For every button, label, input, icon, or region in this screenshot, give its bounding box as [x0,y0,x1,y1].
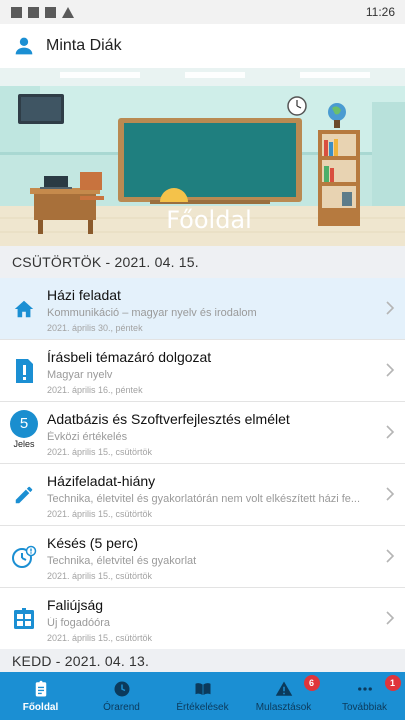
notification-icons [11,6,74,18]
warning-icon [275,681,292,696]
clipboard-icon [35,680,46,697]
list-item-exam[interactable]: Írásbeli témazáró dolgozat Magyar nyelv … [0,340,405,402]
list-item-missing-homework[interactable]: Házifeladat-hiány Technika, életvitel és… [0,464,405,526]
status-bar: 11:26 [0,0,405,24]
event-list: Házi feladat Kommunikáció – magyar nyelv… [0,278,405,650]
nav-label: Órarend [103,702,140,713]
notification-icon [28,6,39,18]
absences-badge: 6 [303,675,320,691]
home-icon [14,300,34,318]
chevron-right-icon [386,487,395,501]
user-icon[interactable] [14,36,34,56]
item-subtitle: Évközi értékelés [47,431,128,443]
item-date: 2021. április 30., péntek [47,323,143,333]
item-title: Faliújság [47,597,104,613]
app-bar: Minta Diák [0,24,405,68]
item-title: Házifeladat-hiány [47,473,156,489]
user-name[interactable]: Minta Diák [46,37,122,55]
nav-label: Továbbiak [341,702,388,713]
section-header-day: KEDD - 2021. 04. 13. [0,649,405,673]
pencil-icon [15,486,33,504]
notification-icon [45,6,56,18]
nav-label: Mulasztások [255,702,312,713]
item-date: 2021. április 15., csütörtök [47,633,153,643]
list-item-grade[interactable]: 5 Jeles Adatbázis és Szoftverfejlesztés … [0,402,405,464]
nav-absences[interactable]: Mulasztások 6 [243,672,324,720]
item-subtitle: Technika, életvitel és gyakorlat [47,555,197,567]
chevron-right-icon [386,301,395,315]
item-subtitle: Kommunikáció – magyar nyelv és irodalom [47,307,257,319]
list-item-late[interactable]: Késés (5 perc) Technika, életvitel és gy… [0,526,405,588]
grade-value: 5 [10,409,38,438]
late-clock-icon [12,545,37,568]
clock-icon [114,681,129,697]
item-date: 2021. április 15., csütörtök [47,509,153,519]
grade-label: Jeles [13,438,35,449]
more-badge: 1 [384,675,401,691]
item-date: 2021. április 15., csütörtök [47,447,153,457]
hero-title: Főoldal [166,206,252,234]
chevron-right-icon [386,425,395,439]
item-date: 2021. április 16., péntek [47,385,143,395]
item-title: Késés (5 perc) [47,535,139,551]
chevron-right-icon [386,611,395,625]
item-subtitle: Új fogadóóra [47,617,110,629]
list-item-homework[interactable]: Házi feladat Kommunikáció – magyar nyelv… [0,278,405,340]
notification-icon [11,6,22,18]
nav-more[interactable]: Továbbiak 1 [324,672,405,720]
noticeboard-icon [14,608,34,629]
status-time: 11:26 [365,5,395,19]
nav-label: Értékelések [176,702,229,713]
item-subtitle: Technika, életvitel és gyakorlatórán nem… [47,493,361,505]
bottom-navigation: Főoldal Órarend Értékelések Mulasztások … [0,672,405,720]
item-title: Írásbeli témazáró dolgozat [47,349,212,365]
item-date: 2021. április 15., csütörtök [47,571,153,581]
exclamation-icon [16,359,33,383]
chevron-right-icon [386,549,395,563]
item-title: Adatbázis és Szoftverfejlesztés elmélet [47,411,290,427]
nav-label: Főoldal [22,702,59,713]
more-icon [357,687,372,691]
warning-notification-icon [62,6,74,18]
nav-home[interactable]: Főoldal [0,672,81,720]
nav-timetable[interactable]: Órarend [81,672,162,720]
list-item-noticeboard[interactable]: Faliújság Új fogadóóra 2021. április 15.… [0,588,405,650]
item-title: Házi feladat [47,287,121,303]
hero-banner: Főoldal [0,68,405,246]
grade-badge: 5 Jeles [10,409,38,449]
item-subtitle: Magyar nyelv [47,369,113,381]
chevron-right-icon [386,363,395,377]
section-header-day: CSÜTÖRTÖK - 2021. 04. 15. [0,246,405,278]
book-icon [195,683,210,695]
nav-grades[interactable]: Értékelések [162,672,243,720]
